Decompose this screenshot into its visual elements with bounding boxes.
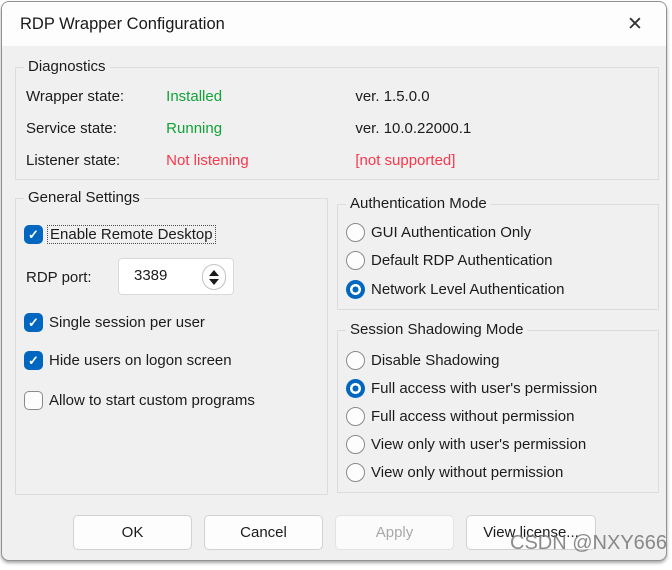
apply-button: Apply bbox=[335, 515, 454, 550]
general-settings-group: General Settings ✓ Enable Remote Desktop… bbox=[15, 198, 328, 495]
radio-off-icon bbox=[346, 463, 365, 482]
radio-off-icon bbox=[346, 435, 365, 454]
checkbox-checked-icon: ✓ bbox=[24, 351, 43, 370]
diagnostics-group-title: Diagnostics bbox=[24, 58, 110, 75]
radio-on-icon bbox=[346, 379, 365, 398]
service-state-label: Service state: bbox=[26, 120, 162, 137]
checkbox-allow-custom-programs[interactable]: Allow to start custom programs bbox=[24, 391, 255, 410]
checkbox-label: Hide users on logon screen bbox=[49, 352, 232, 369]
radio-label: Network Level Authentication bbox=[371, 281, 564, 298]
close-button[interactable]: ✕ bbox=[618, 8, 652, 40]
radio-disable-shadowing[interactable]: Disable Shadowing bbox=[346, 351, 499, 370]
checkbox-hide-users[interactable]: ✓ Hide users on logon screen bbox=[24, 351, 232, 370]
wrapper-state-label: Wrapper state: bbox=[26, 88, 162, 105]
dialog-body: Diagnostics Wrapper state: Installed ver… bbox=[2, 46, 666, 561]
listener-state-value: Not listening bbox=[166, 152, 351, 169]
rdp-port-value: 3389 bbox=[134, 267, 167, 284]
radio-network-level-authentication[interactable]: Network Level Authentication bbox=[346, 280, 564, 299]
radio-label: Disable Shadowing bbox=[371, 352, 499, 369]
service-version: ver. 10.0.22000.1 bbox=[355, 120, 471, 137]
session-shadowing-group-title: Session Shadowing Mode bbox=[346, 321, 527, 338]
checkbox-unchecked-icon bbox=[24, 391, 43, 410]
window-title: RDP Wrapper Configuration bbox=[20, 15, 225, 34]
checkbox-label: Allow to start custom programs bbox=[49, 392, 255, 409]
wrapper-version: ver. 1.5.0.0 bbox=[355, 88, 429, 105]
radio-off-icon bbox=[346, 251, 365, 270]
radio-view-only-without-permission[interactable]: View only without permission bbox=[346, 463, 563, 482]
authentication-mode-group: Authentication Mode GUI Authentication O… bbox=[337, 204, 659, 310]
radio-label: GUI Authentication Only bbox=[371, 224, 531, 241]
radio-off-icon bbox=[346, 223, 365, 242]
service-state-value: Running bbox=[166, 120, 351, 137]
rdp-port-input[interactable]: 3389 bbox=[118, 258, 234, 295]
title-bar: RDP Wrapper Configuration ✕ bbox=[2, 2, 666, 46]
cancel-button[interactable]: Cancel bbox=[204, 515, 323, 550]
checkbox-single-session[interactable]: ✓ Single session per user bbox=[24, 313, 205, 332]
radio-full-access-with-permission[interactable]: Full access with user's permission bbox=[346, 379, 597, 398]
checkbox-label: Enable Remote Desktop bbox=[47, 225, 216, 244]
radio-label: Default RDP Authentication bbox=[371, 252, 553, 269]
rdp-port-spinner[interactable] bbox=[202, 264, 226, 290]
radio-off-icon bbox=[346, 351, 365, 370]
radio-default-rdp-authentication[interactable]: Default RDP Authentication bbox=[346, 251, 553, 270]
radio-gui-authentication[interactable]: GUI Authentication Only bbox=[346, 223, 531, 242]
diagnostics-group: Diagnostics Wrapper state: Installed ver… bbox=[15, 67, 659, 180]
diagnostic-row-wrapper-state: Wrapper state: Installed ver. 1.5.0.0 bbox=[26, 88, 646, 105]
radio-full-access-without-permission[interactable]: Full access without permission bbox=[346, 407, 574, 426]
radio-label: View only without permission bbox=[371, 464, 563, 481]
diagnostic-row-listener-state: Listener state: Not listening [not suppo… bbox=[26, 152, 646, 169]
listener-support-value: [not supported] bbox=[355, 152, 455, 169]
session-shadowing-group: Session Shadowing Mode Disable Shadowing… bbox=[337, 330, 659, 493]
radio-on-icon bbox=[346, 280, 365, 299]
general-settings-group-title: General Settings bbox=[24, 189, 144, 206]
diagnostic-row-service-state: Service state: Running ver. 10.0.22000.1 bbox=[26, 120, 646, 137]
close-icon: ✕ bbox=[627, 13, 643, 36]
dialog-window: RDP Wrapper Configuration ✕ Diagnostics … bbox=[1, 1, 667, 561]
rdp-port-label: RDP port: bbox=[26, 269, 92, 286]
radio-view-only-with-permission[interactable]: View only with user's permission bbox=[346, 435, 586, 454]
radio-label: Full access without permission bbox=[371, 408, 574, 425]
wrapper-state-value: Installed bbox=[166, 88, 351, 105]
spinner-down-icon[interactable] bbox=[209, 279, 219, 285]
checkbox-checked-icon: ✓ bbox=[24, 225, 43, 244]
authentication-mode-group-title: Authentication Mode bbox=[346, 195, 491, 212]
checkbox-checked-icon: ✓ bbox=[24, 313, 43, 332]
listener-state-label: Listener state: bbox=[26, 152, 162, 169]
view-license-button[interactable]: View license... bbox=[466, 515, 596, 550]
ok-button[interactable]: OK bbox=[73, 515, 192, 550]
radio-label: View only with user's permission bbox=[371, 436, 586, 453]
radio-label: Full access with user's permission bbox=[371, 380, 597, 397]
radio-off-icon bbox=[346, 407, 365, 426]
checkbox-label: Single session per user bbox=[49, 314, 205, 331]
spinner-up-icon[interactable] bbox=[209, 270, 219, 276]
checkbox-enable-remote-desktop[interactable]: ✓ Enable Remote Desktop bbox=[24, 225, 216, 244]
